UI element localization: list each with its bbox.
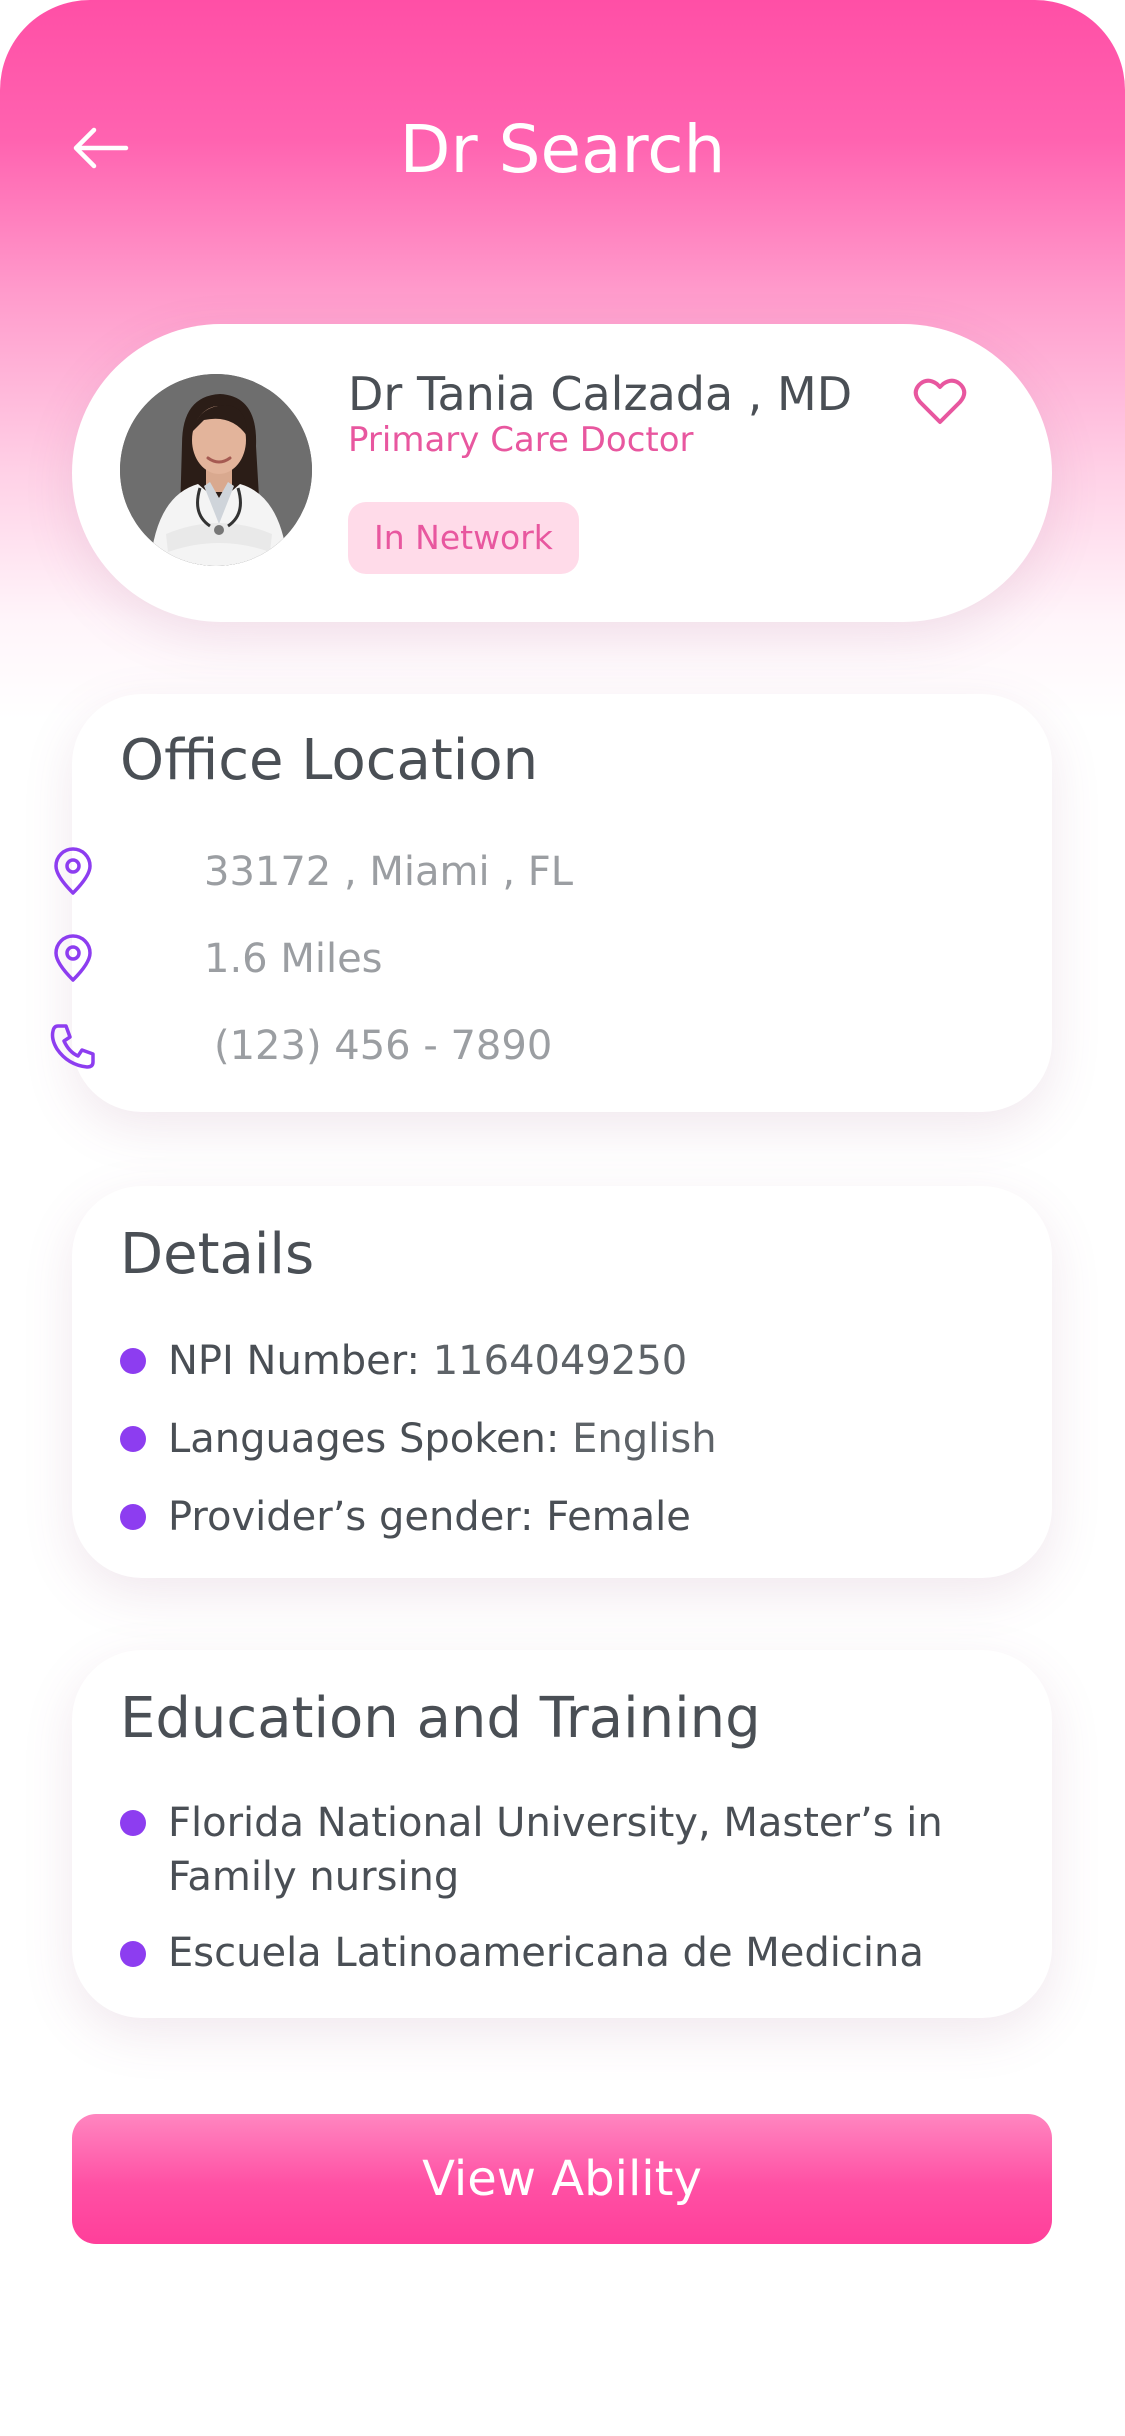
office-address: 33172 , Miami , FL	[204, 849, 574, 895]
bullet-icon	[120, 1348, 146, 1374]
doctor-name: Dr Tania Calzada , MD	[348, 367, 853, 421]
distance-row: 1.6 Miles	[48, 929, 928, 989]
phone-row[interactable]: (123) 456 - 7890	[48, 1016, 928, 1076]
doctor-specialty: Primary Care Doctor	[348, 420, 694, 460]
view-ability-button[interactable]: View Ability	[72, 2114, 1052, 2244]
favorite-button[interactable]	[900, 366, 980, 442]
office-distance: 1.6 Miles	[204, 936, 383, 982]
languages-label: Languages Spoken:	[168, 1416, 573, 1462]
doctor-avatar	[120, 374, 312, 566]
education-card: Education and Training Florida National …	[72, 1650, 1052, 2018]
phone-icon	[48, 1021, 98, 1071]
details-title: Details	[120, 1222, 315, 1287]
gender-label: Provider’s gender:	[168, 1494, 547, 1540]
npi-label: NPI Number:	[168, 1338, 433, 1384]
gender-value: Female	[546, 1494, 691, 1540]
bullet-icon	[120, 1426, 146, 1452]
doctor-card[interactable]: Dr Tania Calzada , MD Primary Care Docto…	[72, 324, 1052, 622]
bullet-icon	[120, 1941, 146, 1967]
education-title: Education and Training	[120, 1686, 761, 1751]
provider-gender: Provider’s gender: Female	[168, 1489, 691, 1545]
bullet-icon	[120, 1504, 146, 1530]
details-card: Details NPI Number: 1164049250 Languages…	[72, 1186, 1052, 1578]
bullet-icon	[120, 1810, 146, 1836]
address-row: 33172 , Miami , FL	[48, 842, 928, 902]
languages-value: English	[572, 1416, 717, 1462]
office-phone[interactable]: (123) 456 - 7890	[214, 1016, 552, 1076]
page-title: Dr Search	[399, 111, 726, 188]
education-item: Escuela Latinoamericana de Medicina	[168, 1930, 924, 1976]
heart-icon	[913, 378, 967, 430]
map-pin-icon	[48, 847, 98, 897]
npi-value: 1164049250	[432, 1338, 688, 1384]
npi-number: NPI Number: 1164049250	[168, 1333, 687, 1389]
office-location-title: Office Location	[120, 728, 539, 793]
in-network-badge: In Network	[348, 502, 579, 574]
languages-spoken: Languages Spoken: English	[168, 1411, 717, 1467]
app-screen: Dr Search Dr Tania Calzada , MD Primary …	[0, 0, 1125, 2436]
education-item: Florida National University, Master’s in…	[168, 1800, 943, 1900]
map-pin-icon	[48, 934, 98, 984]
